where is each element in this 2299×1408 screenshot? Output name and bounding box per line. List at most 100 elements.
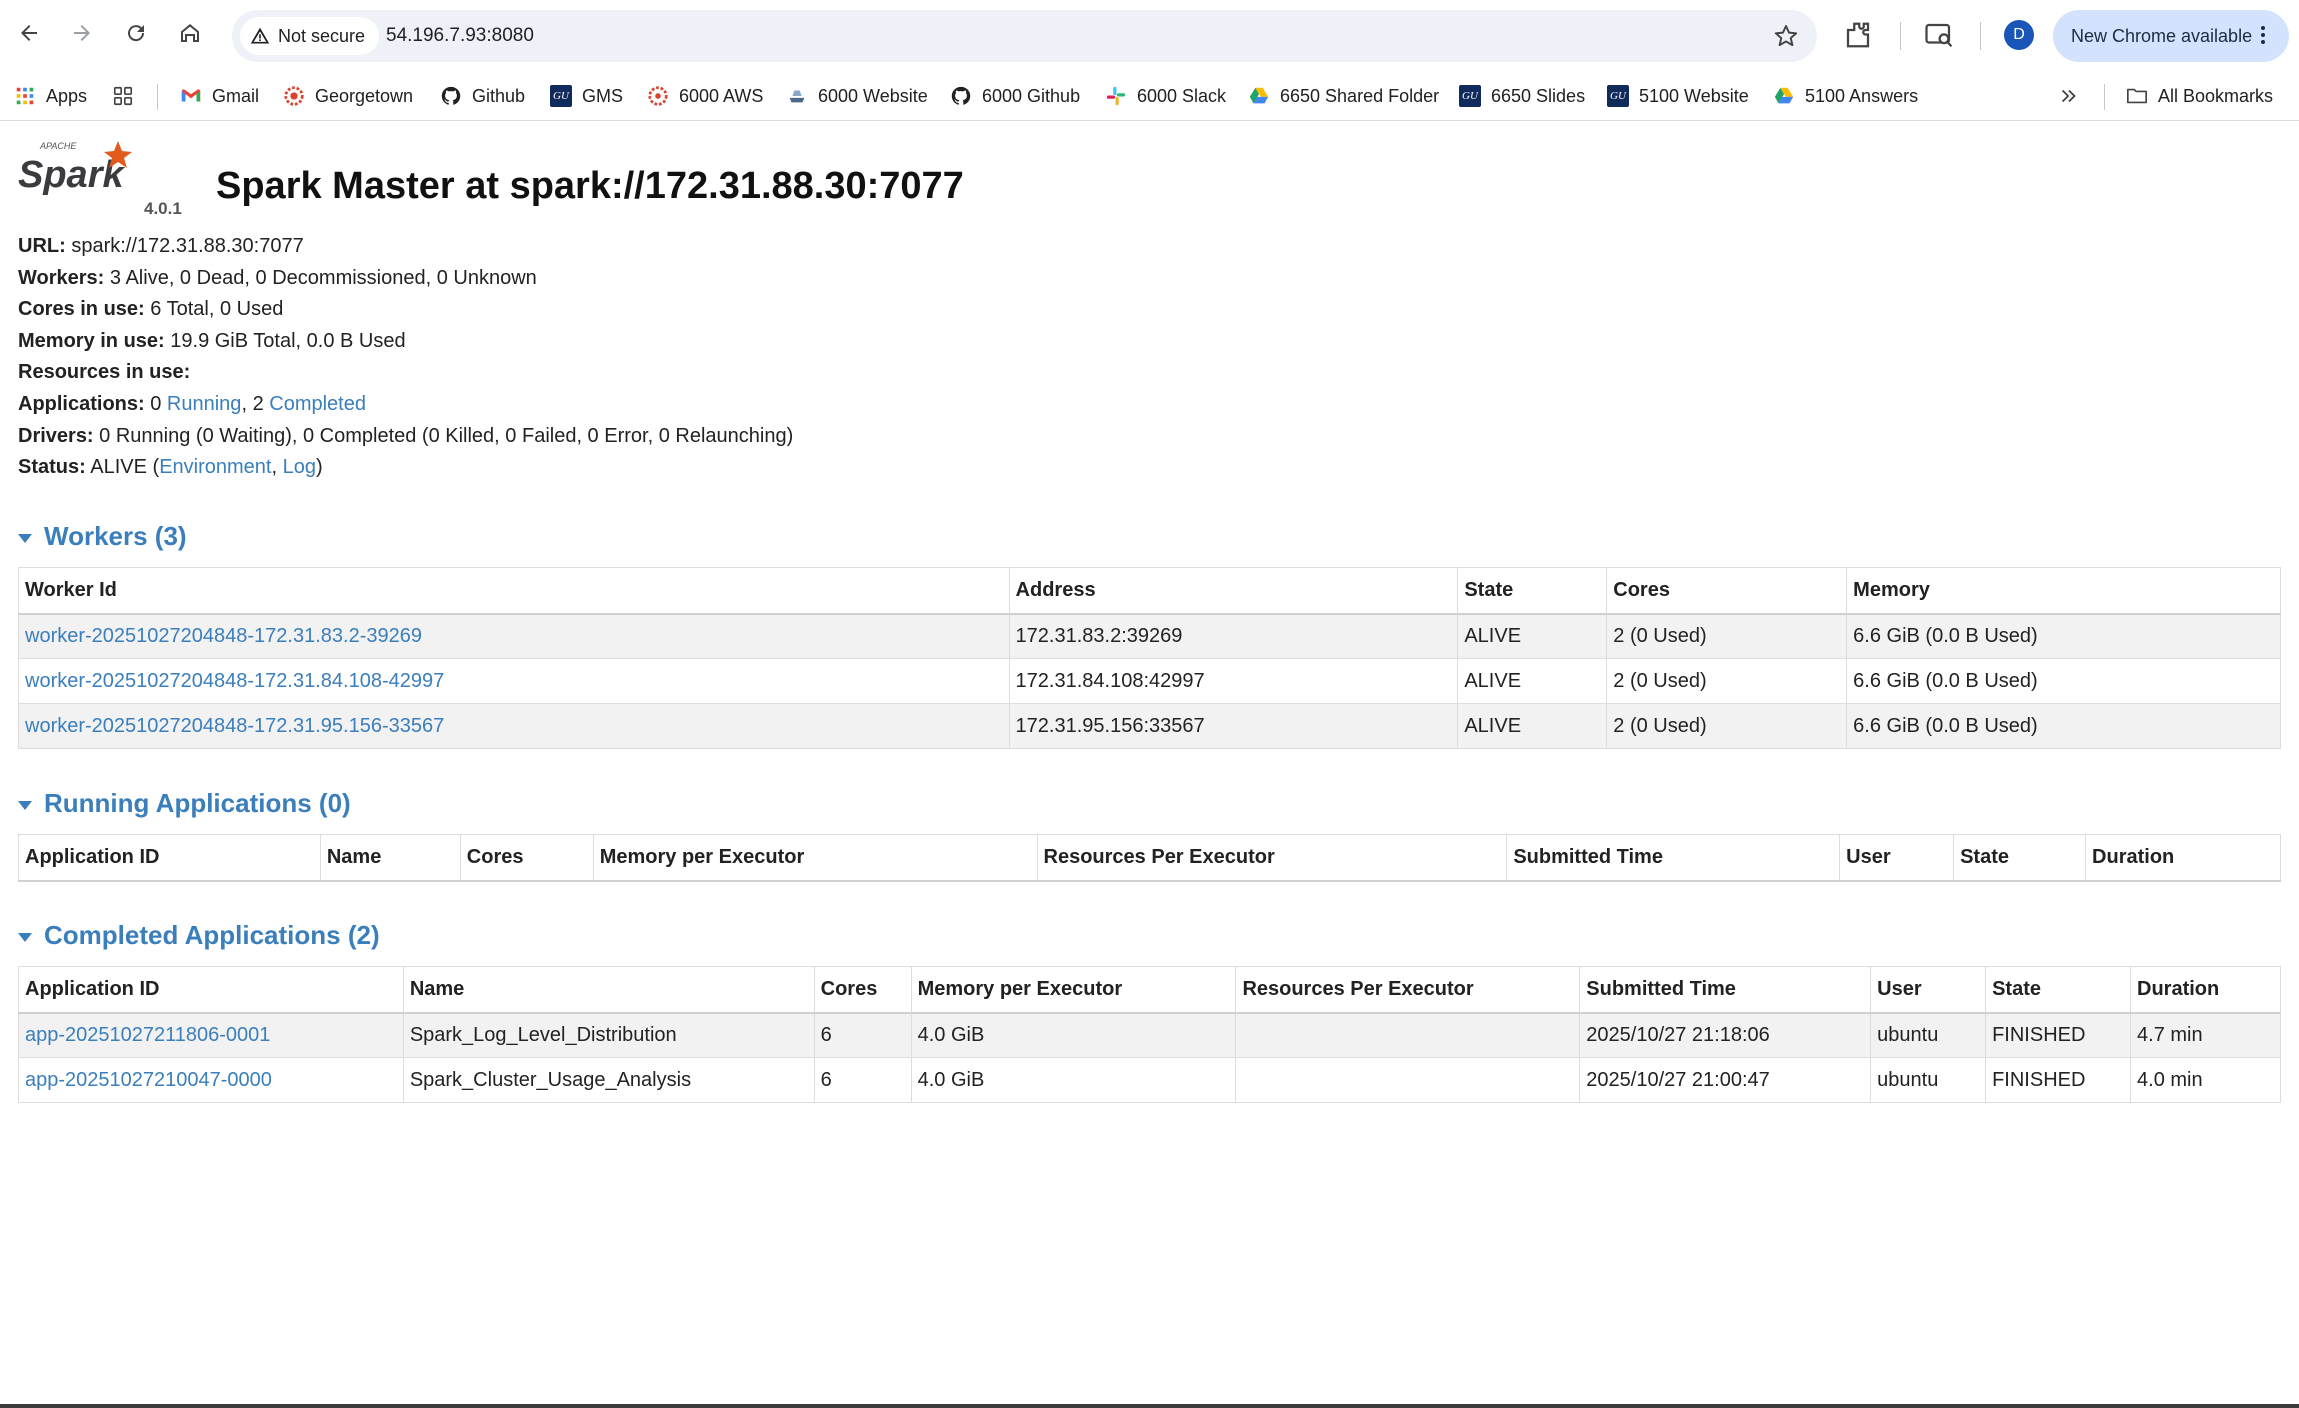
column-header[interactable]: State (1953, 834, 2087, 882)
bookmark-star-icon[interactable] (1773, 23, 1799, 49)
more-menu-icon[interactable] (2251, 23, 2275, 47)
app-duration: 4.0 min (2130, 1057, 2281, 1103)
warning-icon (250, 27, 270, 44)
bookmark-gms[interactable]: GU GMS (550, 72, 623, 120)
bookmark-github[interactable]: Github (440, 72, 525, 120)
worker-cores: 2 (0 Used) (1606, 658, 1848, 704)
bookmark-apps[interactable]: Apps (14, 72, 87, 120)
security-chip[interactable]: Not secure (240, 17, 380, 55)
column-header[interactable]: Name (402, 966, 815, 1014)
bookmark-6000-website[interactable]: 6000 Website (786, 72, 928, 120)
table-header-row: Application ID Name Cores Memory per Exe… (18, 966, 2281, 1014)
extensions-icon[interactable] (1843, 20, 1873, 50)
worker-state: ALIVE (1457, 613, 1608, 659)
folder-icon (2126, 85, 2148, 107)
environment-link[interactable]: Environment (159, 456, 271, 478)
spark-version: 4.0.1 (144, 199, 182, 218)
security-label: Not secure (278, 25, 366, 46)
summary-applications: Applications: 0 Running, 2 Completed (18, 392, 366, 415)
table-header-row: Worker Id Address State Cores Memory (18, 567, 2281, 615)
summary-drivers: Drivers: 0 Running (0 Waiting), 0 Comple… (18, 424, 794, 447)
summary-workers: Workers: 3 Alive, 0 Dead, 0 Decommission… (18, 266, 537, 289)
completed-apps-link[interactable]: Completed (269, 393, 366, 415)
bookmark-6650-slides[interactable]: GU 6650 Slides (1459, 72, 1585, 120)
worker-memory: 6.6 GiB (0.0 B Used) (1846, 703, 2281, 749)
bookmark-tab-groups[interactable] (112, 72, 144, 120)
forward-arrow-icon (74, 25, 90, 41)
app-id-link[interactable]: app-20251027211806-0001 (25, 1024, 270, 1046)
worker-link[interactable]: worker-20251027204848-172.31.84.108-4299… (25, 670, 444, 692)
update-label: New Chrome available (2071, 25, 2253, 46)
chrome-update-button[interactable]: New Chrome available (2053, 10, 2289, 62)
gu-icon: GU (1459, 85, 1481, 107)
forward-button[interactable] (63, 14, 101, 52)
bookmark-5100-website[interactable]: GU 5100 Website (1607, 72, 1749, 120)
app-id-link[interactable]: app-20251027210047-0000 (25, 1069, 272, 1091)
address-bar[interactable]: Not secure 54.196.7.93:8080 (232, 10, 1817, 62)
app-user: ubuntu (1870, 1057, 1987, 1103)
bookmarks-overflow-button[interactable] (2058, 72, 2080, 120)
completed-apps-table: Application ID Name Cores Memory per Exe… (18, 966, 2281, 1103)
toolbar-divider (1980, 22, 1981, 50)
running-apps-link[interactable]: Running (167, 393, 242, 415)
column-header[interactable]: Duration (2130, 966, 2281, 1014)
bookmarks-divider (157, 84, 158, 110)
bookmark-6000-aws[interactable]: 6000 AWS (647, 72, 763, 120)
bookmark-6000-slack[interactable]: 6000 Slack (1105, 72, 1226, 120)
column-header[interactable]: Name (319, 834, 461, 882)
reload-button[interactable] (117, 14, 155, 52)
app-submitted-time: 2025/10/27 21:00:47 (1579, 1057, 1872, 1103)
column-header[interactable]: Application ID (18, 834, 321, 882)
gmail-icon (180, 85, 202, 107)
column-header[interactable]: Submitted Time (1506, 834, 1841, 882)
spark-logo[interactable]: APACHE Spark (18, 139, 138, 203)
summary-url: URL: spark://172.31.88.30:7077 (18, 235, 304, 257)
profile-avatar[interactable]: D (2004, 20, 2034, 50)
column-header[interactable]: Resources Per Executor (1235, 966, 1581, 1014)
url-text[interactable]: 54.196.7.93:8080 (386, 10, 534, 62)
completed-apps-section-toggle[interactable]: Completed Applications (2) (18, 920, 380, 951)
column-header[interactable]: User (1839, 834, 1955, 882)
worker-link[interactable]: worker-20251027204848-172.31.95.156-3356… (25, 715, 444, 737)
column-header[interactable]: Memory per Executor (592, 834, 1038, 882)
column-header[interactable]: State (1457, 567, 1608, 615)
column-header[interactable]: Cores (459, 834, 594, 882)
all-bookmarks-button[interactable]: All Bookmarks (2126, 72, 2273, 120)
app-user: ubuntu (1870, 1012, 1987, 1058)
app-memory: 4.0 GiB (910, 1012, 1237, 1058)
bookmark-6650-shared-folder[interactable]: 6650 Shared Folder (1248, 72, 1439, 120)
column-header[interactable]: Duration (2085, 834, 2281, 882)
table-row: worker-20251027204848-172.31.83.2-39269 … (18, 613, 2281, 659)
worker-address: 172.31.84.108:42997 (1008, 658, 1459, 704)
log-link[interactable]: Log (283, 456, 316, 478)
bookmark-5100-answers[interactable]: 5100 Answers (1773, 72, 1918, 120)
bookmark-6000-github[interactable]: 6000 Github (950, 72, 1080, 120)
column-header[interactable]: Resources Per Executor (1036, 834, 1508, 882)
svg-text:APACHE: APACHE (39, 141, 77, 151)
column-header[interactable]: Submitted Time (1579, 966, 1872, 1014)
workers-section-toggle[interactable]: Workers (3) (18, 521, 187, 552)
running-apps-section-toggle[interactable]: Running Applications (0) (18, 788, 351, 819)
column-header[interactable]: Address (1008, 567, 1459, 615)
column-header[interactable]: Memory (1846, 567, 2281, 615)
drive-icon (1248, 85, 1270, 107)
page-header: APACHE Spark 4.0.1 Spark Master at spark… (18, 139, 1218, 219)
tab-search-icon[interactable] (1924, 20, 1954, 50)
worker-link[interactable]: worker-20251027204848-172.31.83.2-39269 (25, 625, 422, 647)
column-header[interactable]: Worker Id (18, 567, 1010, 615)
back-button[interactable] (10, 14, 48, 52)
worker-state: ALIVE (1457, 703, 1608, 749)
column-header[interactable]: State (1985, 966, 2132, 1014)
column-header[interactable]: Application ID (18, 966, 404, 1014)
bookmark-gmail[interactable]: Gmail (180, 72, 259, 120)
apps-grid-icon (14, 85, 36, 107)
column-header[interactable]: Memory per Executor (910, 966, 1237, 1014)
bookmark-georgetown[interactable]: Georgetown (283, 72, 413, 120)
app-name: Spark_Log_Level_Distribution (402, 1012, 815, 1058)
home-button[interactable] (171, 14, 209, 52)
column-header[interactable]: User (1870, 966, 1987, 1014)
collapse-arrow-icon (18, 533, 32, 543)
column-header[interactable]: Cores (1606, 567, 1848, 615)
column-header[interactable]: Cores (813, 966, 912, 1014)
table-row: app-20251027210047-0000 Spark_Cluster_Us… (18, 1057, 2281, 1103)
